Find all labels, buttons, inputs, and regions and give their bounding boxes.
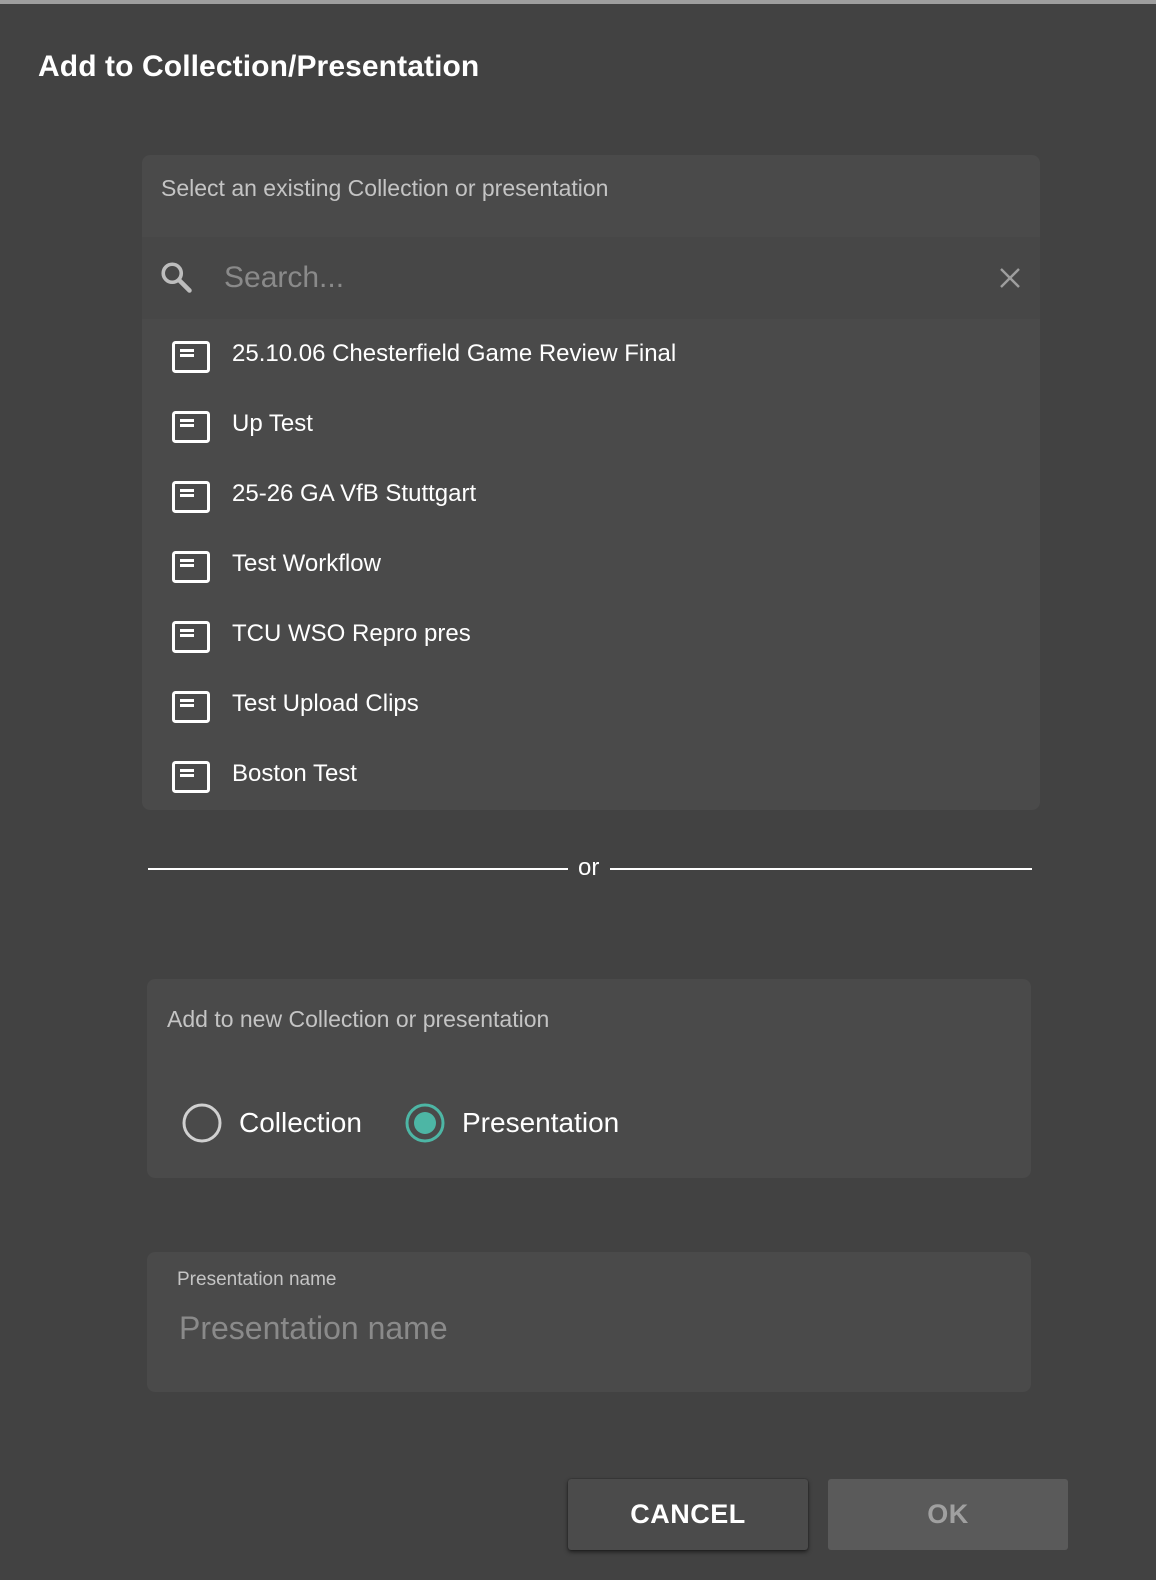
presentation-name-input[interactable] (177, 1302, 1001, 1354)
new-item-panel: Add to new Collection or presentation Co… (147, 979, 1031, 1178)
presentation-name-label: Presentation name (177, 1269, 337, 1290)
list-item[interactable]: 25.10.06 Chesterfield Game Review Final (142, 319, 1040, 389)
divider-line-left (148, 868, 568, 870)
list-item[interactable]: Up Test (142, 389, 1040, 459)
list-item[interactable]: Boston Test (142, 739, 1040, 809)
list-item[interactable]: 25-26 GA VfB Stuttgart (142, 459, 1040, 529)
presentation-icon (172, 551, 210, 583)
search-bar (142, 237, 1040, 319)
divider-or-text: or (578, 854, 600, 881)
list-item[interactable]: Test Upload Clips (142, 669, 1040, 739)
list-item-label: 25.10.06 Chesterfield Game Review Final (232, 340, 677, 367)
ok-button[interactable]: OK (828, 1479, 1068, 1550)
search-icon (161, 262, 192, 293)
dialog-title: Add to Collection/Presentation (38, 50, 480, 83)
new-item-label: Add to new Collection or presentation (167, 1006, 550, 1032)
list-item-label: Test Workflow (232, 550, 381, 577)
presentation-icon (172, 621, 210, 653)
list-item-label: 25-26 GA VfB Stuttgart (232, 480, 477, 507)
dialog-top-bar (0, 0, 1156, 4)
radio-presentation-label[interactable]: Presentation (462, 1103, 619, 1143)
radio-collection-label[interactable]: Collection (239, 1103, 362, 1143)
existing-selection-panel: Select an existing Collection or present… (142, 155, 1040, 810)
cancel-button[interactable]: CANCEL (568, 1479, 808, 1550)
list-item-label: Up Test (232, 410, 313, 437)
search-input[interactable] (222, 251, 986, 305)
presentation-icon (172, 341, 210, 373)
list-item[interactable]: Test Workflow (142, 529, 1040, 599)
collection-list: 25.10.06 Chesterfield Game Review Final … (142, 319, 1040, 809)
list-item-label: TCU WSO Repro pres (232, 620, 471, 647)
radio-collection[interactable] (182, 1103, 222, 1143)
presentation-icon (172, 411, 210, 443)
list-item-label: Test Upload Clips (232, 690, 419, 717)
divider-line-right (610, 868, 1032, 870)
existing-selection-label: Select an existing Collection or present… (161, 175, 609, 201)
list-item[interactable]: TCU WSO Repro pres (142, 599, 1040, 669)
list-item-label: Boston Test (232, 760, 357, 787)
presentation-icon (172, 761, 210, 793)
radio-presentation[interactable] (405, 1103, 445, 1143)
presentation-icon (172, 691, 210, 723)
presentation-name-field[interactable]: Presentation name (147, 1252, 1031, 1392)
presentation-icon (172, 481, 210, 513)
close-icon[interactable] (998, 266, 1022, 290)
